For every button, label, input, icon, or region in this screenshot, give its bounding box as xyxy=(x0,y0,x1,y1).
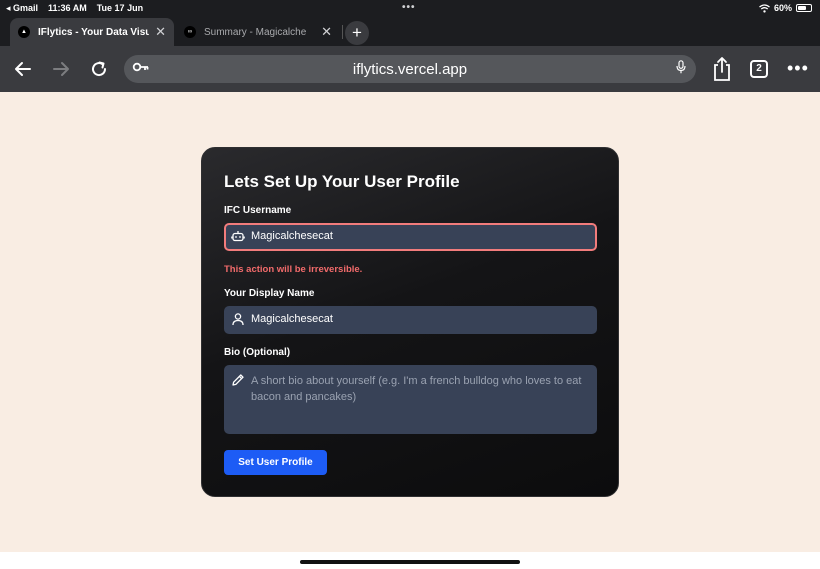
close-tab-icon[interactable]: ✕ xyxy=(155,24,166,40)
bio-placeholder: A short bio about yourself (e.g. I'm a f… xyxy=(251,375,582,403)
summary-favicon-icon: ∞ xyxy=(184,26,196,38)
forward-arrow-icon[interactable] xyxy=(48,56,74,82)
set-user-profile-button[interactable]: Set User Profile xyxy=(224,450,327,475)
status-time: 11:36 AM xyxy=(48,3,87,13)
address-bar[interactable]: iflytics.vercel.app xyxy=(124,55,696,83)
microphone-icon[interactable] xyxy=(676,60,686,74)
wifi-icon xyxy=(759,3,770,13)
more-options-icon[interactable]: ••• xyxy=(787,58,809,79)
status-bar: ◂ Gmail 11:36 AM Tue 17 Jun ••• 60% xyxy=(0,0,820,16)
browser-toolbar: iflytics.vercel.app 2 ••• xyxy=(0,46,820,92)
new-tab-button[interactable]: + xyxy=(345,21,369,45)
bot-icon xyxy=(231,231,245,242)
username-input[interactable]: Magicalchesecat xyxy=(224,223,597,251)
user-icon xyxy=(232,313,244,326)
home-indicator[interactable] xyxy=(300,560,520,564)
tab-title: IFlytics - Your Data Visu xyxy=(38,26,150,38)
close-tab-icon[interactable]: ✕ xyxy=(321,24,332,40)
multitasking-dots-icon[interactable]: ••• xyxy=(402,2,416,13)
tab-count-button[interactable]: 2 xyxy=(750,60,768,78)
pencil-icon xyxy=(232,374,244,386)
tab-divider xyxy=(342,25,343,39)
back-to-app-link[interactable]: ◂ Gmail xyxy=(6,3,38,14)
form-title: Lets Set Up Your User Profile xyxy=(224,172,460,191)
bio-label: Bio (Optional) xyxy=(224,347,291,358)
display-name-value: Magicalchesecat xyxy=(251,313,333,325)
bio-textarea[interactable]: A short bio about yourself (e.g. I'm a f… xyxy=(224,365,597,434)
status-date: Tue 17 Jun xyxy=(96,3,144,13)
home-bar-area xyxy=(0,552,820,569)
reload-icon[interactable] xyxy=(86,56,112,82)
profile-setup-card: Lets Set Up Your User Profile IFC Userna… xyxy=(201,147,619,497)
username-label: IFC Username xyxy=(224,205,292,216)
battery-icon xyxy=(796,4,812,12)
share-icon[interactable] xyxy=(711,56,733,82)
back-arrow-icon[interactable] xyxy=(10,56,36,82)
tab-summary[interactable]: ∞ Summary - Magicalche ✕ xyxy=(176,18,340,46)
url-text: iflytics.vercel.app xyxy=(352,61,468,78)
iflytics-favicon-icon: ▲ xyxy=(18,26,30,38)
tab-title: Summary - Magicalche xyxy=(204,26,307,38)
tab-strip: ▲ IFlytics - Your Data Visu ✕ ∞ Summary … xyxy=(0,16,820,46)
username-value: Magicalchesecat xyxy=(251,230,333,242)
display-name-label: Your Display Name xyxy=(224,288,315,299)
battery-percent: 60% xyxy=(773,3,792,13)
display-name-input[interactable]: Magicalchesecat xyxy=(224,306,597,334)
tab-iflytics[interactable]: ▲ IFlytics - Your Data Visu ✕ xyxy=(10,18,174,46)
irreversible-warning: This action will be irreversible. xyxy=(224,264,363,275)
